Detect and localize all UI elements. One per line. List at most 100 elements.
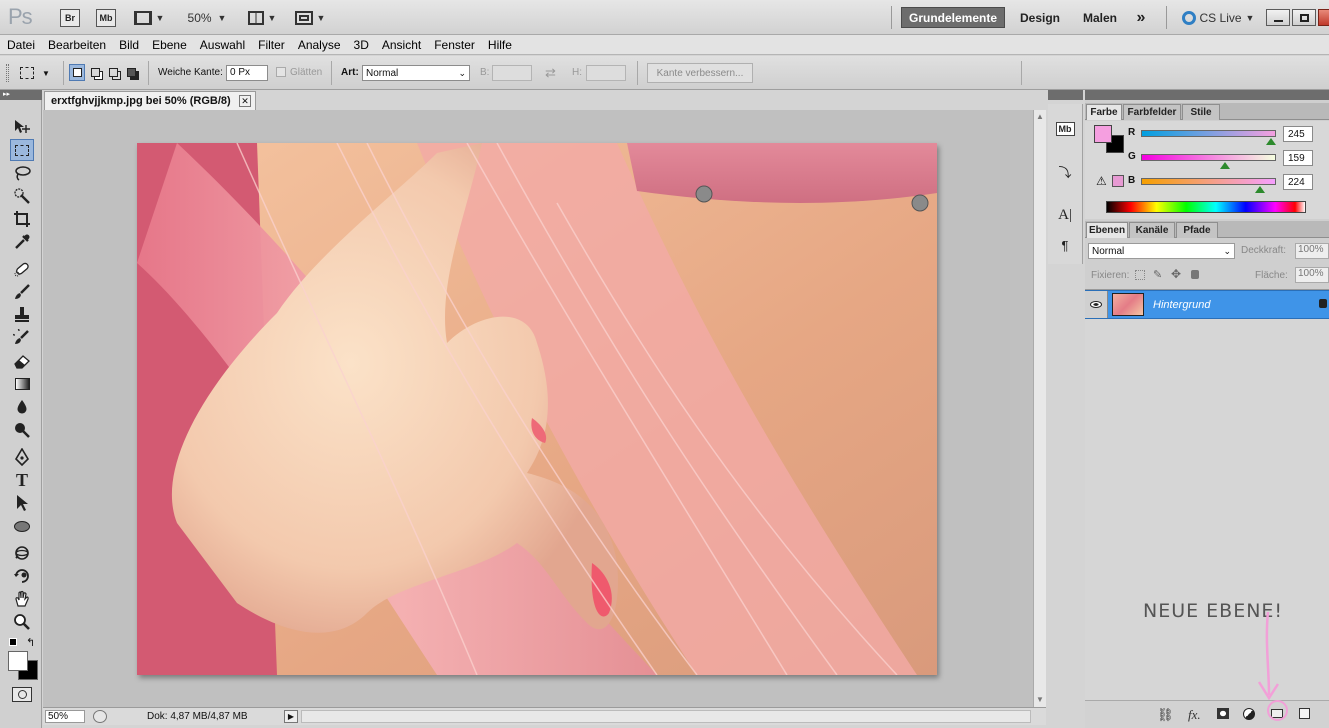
blend-mode-select[interactable]: Normal ⌄ bbox=[1088, 243, 1235, 259]
default-colors-icon[interactable] bbox=[9, 638, 17, 646]
red-value-field[interactable]: 245 bbox=[1283, 126, 1313, 142]
clone-stamp-tool-icon[interactable] bbox=[10, 304, 34, 326]
path-selection-tool-icon[interactable] bbox=[10, 492, 34, 514]
scroll-down-icon[interactable]: ▼ bbox=[1036, 695, 1044, 704]
menu-3d[interactable]: 3D bbox=[347, 38, 375, 52]
dodge-tool-icon[interactable] bbox=[10, 419, 34, 441]
quick-selection-tool-icon[interactable] bbox=[10, 185, 34, 207]
swap-dimensions-icon[interactable]: ⇄ bbox=[545, 65, 556, 81]
3d-rotate-tool-icon[interactable] bbox=[10, 542, 34, 564]
minibridge-panel-button[interactable]: Mb bbox=[1054, 118, 1076, 140]
lock-position-icon[interactable]: ✥ bbox=[1171, 267, 1181, 281]
tool-preset-picker[interactable]: ▼ bbox=[20, 64, 58, 82]
green-slider[interactable] bbox=[1141, 154, 1276, 161]
menu-datei[interactable]: Datei bbox=[0, 38, 41, 52]
lasso-tool-icon[interactable] bbox=[10, 162, 34, 184]
maximize-button[interactable] bbox=[1292, 9, 1316, 26]
swap-colors-icon[interactable]: ↰ bbox=[26, 636, 35, 649]
red-slider-thumb[interactable] bbox=[1265, 138, 1276, 145]
subtract-selection-button[interactable] bbox=[105, 64, 121, 81]
cs-live-button[interactable]: CS Live ▼ bbox=[1180, 8, 1256, 27]
tab-farbfelder[interactable]: Farbfelder bbox=[1123, 104, 1181, 120]
eraser-tool-icon[interactable] bbox=[10, 350, 34, 372]
paragraph-panel-button[interactable]: ¶ bbox=[1054, 234, 1076, 256]
history-panel-button[interactable]: ⤵ bbox=[1054, 160, 1076, 182]
style-select[interactable]: Normal ⌄ bbox=[362, 65, 470, 81]
arrange-documents-dropdown[interactable]: ▼ bbox=[244, 8, 280, 27]
document-tab[interactable]: erxtfghvjjkmp.jpg bei 50% (RGB/8) ✕ bbox=[44, 91, 256, 110]
menu-filter[interactable]: Filter bbox=[251, 38, 291, 52]
tab-kanaele[interactable]: Kanäle bbox=[1129, 222, 1175, 238]
fill-field[interactable]: 100% bbox=[1295, 267, 1329, 283]
character-panel-button[interactable]: A| bbox=[1054, 204, 1076, 226]
intersect-selection-button[interactable] bbox=[123, 64, 139, 81]
green-value-field[interactable]: 159 bbox=[1283, 150, 1313, 166]
lock-transparent-icon[interactable] bbox=[1135, 270, 1145, 280]
horizontal-scrollbar[interactable] bbox=[301, 710, 1031, 723]
layer-style-icon[interactable]: fx. bbox=[1188, 707, 1201, 723]
feather-input[interactable]: 0 Px bbox=[226, 65, 268, 81]
collapse-toolbox-icon[interactable]: ▸▸ bbox=[0, 90, 42, 100]
menu-analyse[interactable]: Analyse bbox=[291, 38, 347, 52]
crop-tool-icon[interactable] bbox=[10, 208, 34, 230]
move-tool-icon[interactable] bbox=[10, 116, 34, 138]
lock-all-icon[interactable] bbox=[1191, 270, 1199, 279]
layer-visibility-toggle[interactable] bbox=[1085, 291, 1108, 318]
zoom-tool-icon[interactable] bbox=[10, 611, 34, 633]
tab-ebenen[interactable]: Ebenen bbox=[1086, 222, 1128, 238]
blur-tool-icon[interactable] bbox=[10, 396, 34, 418]
antialias-checkbox[interactable] bbox=[276, 67, 286, 77]
link-layers-icon[interactable]: ⛓ bbox=[1157, 707, 1174, 723]
foreground-color-swatch[interactable] bbox=[8, 651, 28, 671]
brush-tool-icon[interactable] bbox=[10, 281, 34, 303]
new-selection-button[interactable] bbox=[69, 64, 85, 81]
refine-edge-button[interactable]: Kante verbessern... bbox=[647, 63, 753, 83]
close-button[interactable] bbox=[1318, 9, 1329, 26]
blue-value-field[interactable]: 224 bbox=[1283, 174, 1313, 190]
eyedropper-tool-icon[interactable] bbox=[10, 231, 34, 253]
gamut-color-swatch[interactable] bbox=[1112, 175, 1124, 187]
workspace-malen[interactable]: Malen bbox=[1074, 7, 1126, 28]
tab-stile[interactable]: Stile bbox=[1182, 104, 1220, 120]
menu-fenster[interactable]: Fenster bbox=[427, 38, 481, 52]
zoom-level-field[interactable]: 50% bbox=[45, 710, 85, 723]
workspace-grundelemente[interactable]: Grundelemente bbox=[901, 7, 1005, 28]
menu-bearbeiten[interactable]: Bearbeiten bbox=[41, 38, 112, 52]
menu-ebene[interactable]: Ebene bbox=[145, 38, 193, 52]
add-selection-button[interactable] bbox=[87, 64, 103, 81]
minimize-button[interactable] bbox=[1266, 9, 1290, 26]
spot-healing-brush-icon[interactable] bbox=[10, 258, 34, 280]
menu-ansicht[interactable]: Ansicht bbox=[375, 38, 427, 52]
type-tool-icon[interactable]: T bbox=[10, 469, 34, 491]
red-slider[interactable] bbox=[1141, 130, 1276, 137]
extras-dropdown[interactable]: ▼ bbox=[132, 8, 166, 27]
menu-auswahl[interactable]: Auswahl bbox=[193, 38, 251, 52]
history-brush-tool-icon[interactable] bbox=[10, 327, 34, 349]
blue-slider-thumb[interactable] bbox=[1254, 186, 1265, 193]
green-slider-thumb[interactable] bbox=[1219, 162, 1230, 169]
tab-farbe[interactable]: Farbe bbox=[1086, 104, 1122, 120]
document-image[interactable] bbox=[137, 143, 937, 675]
menu-hilfe[interactable]: Hilfe bbox=[481, 38, 518, 52]
tab-pfade[interactable]: Pfade bbox=[1176, 222, 1218, 238]
layer-row[interactable]: Hintergrund bbox=[1085, 290, 1329, 319]
bridge-button[interactable]: Br bbox=[60, 8, 80, 27]
screen-mode-dropdown[interactable]: ▼ bbox=[292, 8, 328, 27]
gradient-tool-icon[interactable] bbox=[10, 373, 34, 395]
zoom-dropdown[interactable]: 50% ▼ bbox=[182, 8, 232, 27]
workspace-design[interactable]: Design bbox=[1012, 7, 1068, 28]
status-menu-arrow-icon[interactable]: ▶ bbox=[284, 710, 298, 723]
status-info-icon[interactable] bbox=[93, 710, 107, 723]
pen-tool-icon[interactable] bbox=[10, 446, 34, 468]
minibridge-button[interactable]: Mb bbox=[96, 8, 116, 27]
blue-slider[interactable] bbox=[1141, 178, 1276, 185]
width-input[interactable] bbox=[492, 65, 532, 81]
add-mask-icon[interactable] bbox=[1217, 708, 1229, 719]
opacity-field[interactable]: 100% bbox=[1295, 243, 1329, 259]
ellipse-tool-icon[interactable] bbox=[10, 515, 34, 537]
height-input[interactable] bbox=[586, 65, 626, 81]
more-workspaces-button[interactable]: » bbox=[1128, 7, 1154, 28]
lock-pixels-icon[interactable]: ✎ bbox=[1153, 268, 1162, 281]
adjustment-layer-icon[interactable] bbox=[1243, 708, 1255, 720]
gamut-warning-icon[interactable]: ⚠ bbox=[1096, 174, 1107, 188]
